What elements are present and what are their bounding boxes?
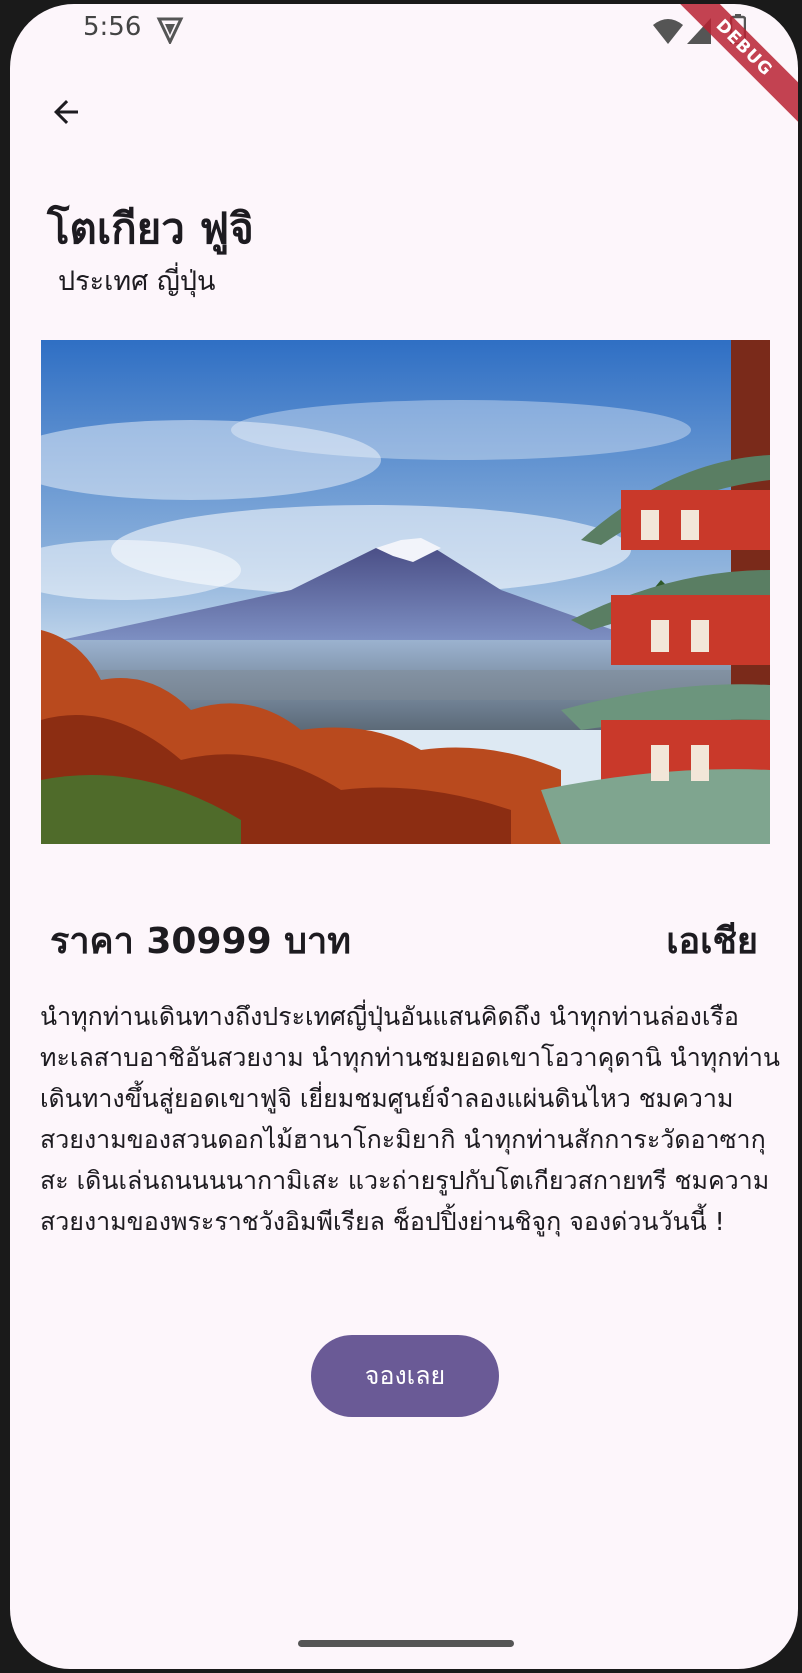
price-label: ราคา 30999 บาท xyxy=(50,921,351,962)
book-now-button[interactable]: จองเลย xyxy=(311,1335,499,1417)
wifi-icon xyxy=(653,19,683,44)
region-label: เอเชีย xyxy=(666,921,758,962)
back-button[interactable] xyxy=(40,86,92,138)
home-indicator[interactable] xyxy=(298,1640,514,1647)
destination-country: ประเทศ ญี่ปุ่น xyxy=(58,266,216,297)
shield-app-icon xyxy=(156,17,184,44)
phone-screen: 5:56 DEBUG โตเกียว ฟูจิ ประเทศ ญี่ปุ่น ร… xyxy=(10,4,798,1669)
status-bar: 5:56 xyxy=(10,4,798,60)
hero-image xyxy=(41,340,770,844)
arrow-back-icon xyxy=(54,100,78,124)
status-time: 5:56 xyxy=(83,12,142,42)
destination-title: โตเกียว ฟูจิ xyxy=(47,204,254,253)
trip-description: นำทุกท่านเดินทางถึงประเทศญี่ปุ่นอันแสนคิ… xyxy=(40,1002,780,1236)
